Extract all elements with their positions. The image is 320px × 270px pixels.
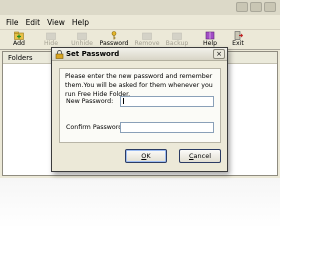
backup-icon <box>172 31 182 40</box>
maximize-button[interactable] <box>250 2 262 12</box>
cancel-button[interactable]: Cancel <box>179 149 221 163</box>
window-controls <box>236 2 276 12</box>
text-caret <box>123 98 124 104</box>
window-titlebar <box>0 0 280 15</box>
cancel-label-rest: ancel <box>193 152 212 160</box>
menu-file[interactable]: File <box>6 18 19 27</box>
add-label: Add <box>13 40 25 47</box>
ok-label-rest: K <box>146 152 151 160</box>
menu-bar: File Edit View Help <box>0 15 280 29</box>
remove-icon <box>142 31 152 40</box>
exit-label: Exit <box>232 40 244 47</box>
dialog-title: Set Password <box>66 50 120 58</box>
confirm-password-label: Confirm Password: <box>66 124 125 131</box>
dialog-close-button[interactable]: × <box>213 49 225 59</box>
dialog-body-panel: Please enter the new password and rememb… <box>59 68 221 143</box>
window-close-button[interactable] <box>264 2 276 12</box>
new-password-label: New Password: <box>66 98 114 105</box>
help-book-icon <box>205 31 215 40</box>
set-password-dialog: Set Password × Please enter the new pass… <box>51 47 228 172</box>
menu-help[interactable]: Help <box>72 18 89 27</box>
key-icon <box>109 31 119 40</box>
dialog-titlebar: Set Password × <box>52 48 227 61</box>
confirm-password-input[interactable] <box>120 122 214 133</box>
new-password-input[interactable] <box>120 96 214 107</box>
minimize-button[interactable] <box>236 2 248 12</box>
hide-icon <box>46 31 56 40</box>
ok-button[interactable]: OK <box>125 149 167 163</box>
menu-view[interactable]: View <box>47 18 65 27</box>
exit-icon <box>233 31 243 40</box>
app-lock-icon <box>55 50 64 59</box>
instruction-text: Please enter the new password and rememb… <box>65 73 213 98</box>
menu-edit[interactable]: Edit <box>26 18 41 27</box>
add-folder-icon <box>14 31 24 40</box>
close-icon: × <box>216 49 222 58</box>
folders-header-label: Folders <box>8 54 33 62</box>
add-button[interactable]: Add <box>4 30 34 50</box>
unhide-icon <box>77 31 87 40</box>
reflection-fade <box>0 178 280 270</box>
